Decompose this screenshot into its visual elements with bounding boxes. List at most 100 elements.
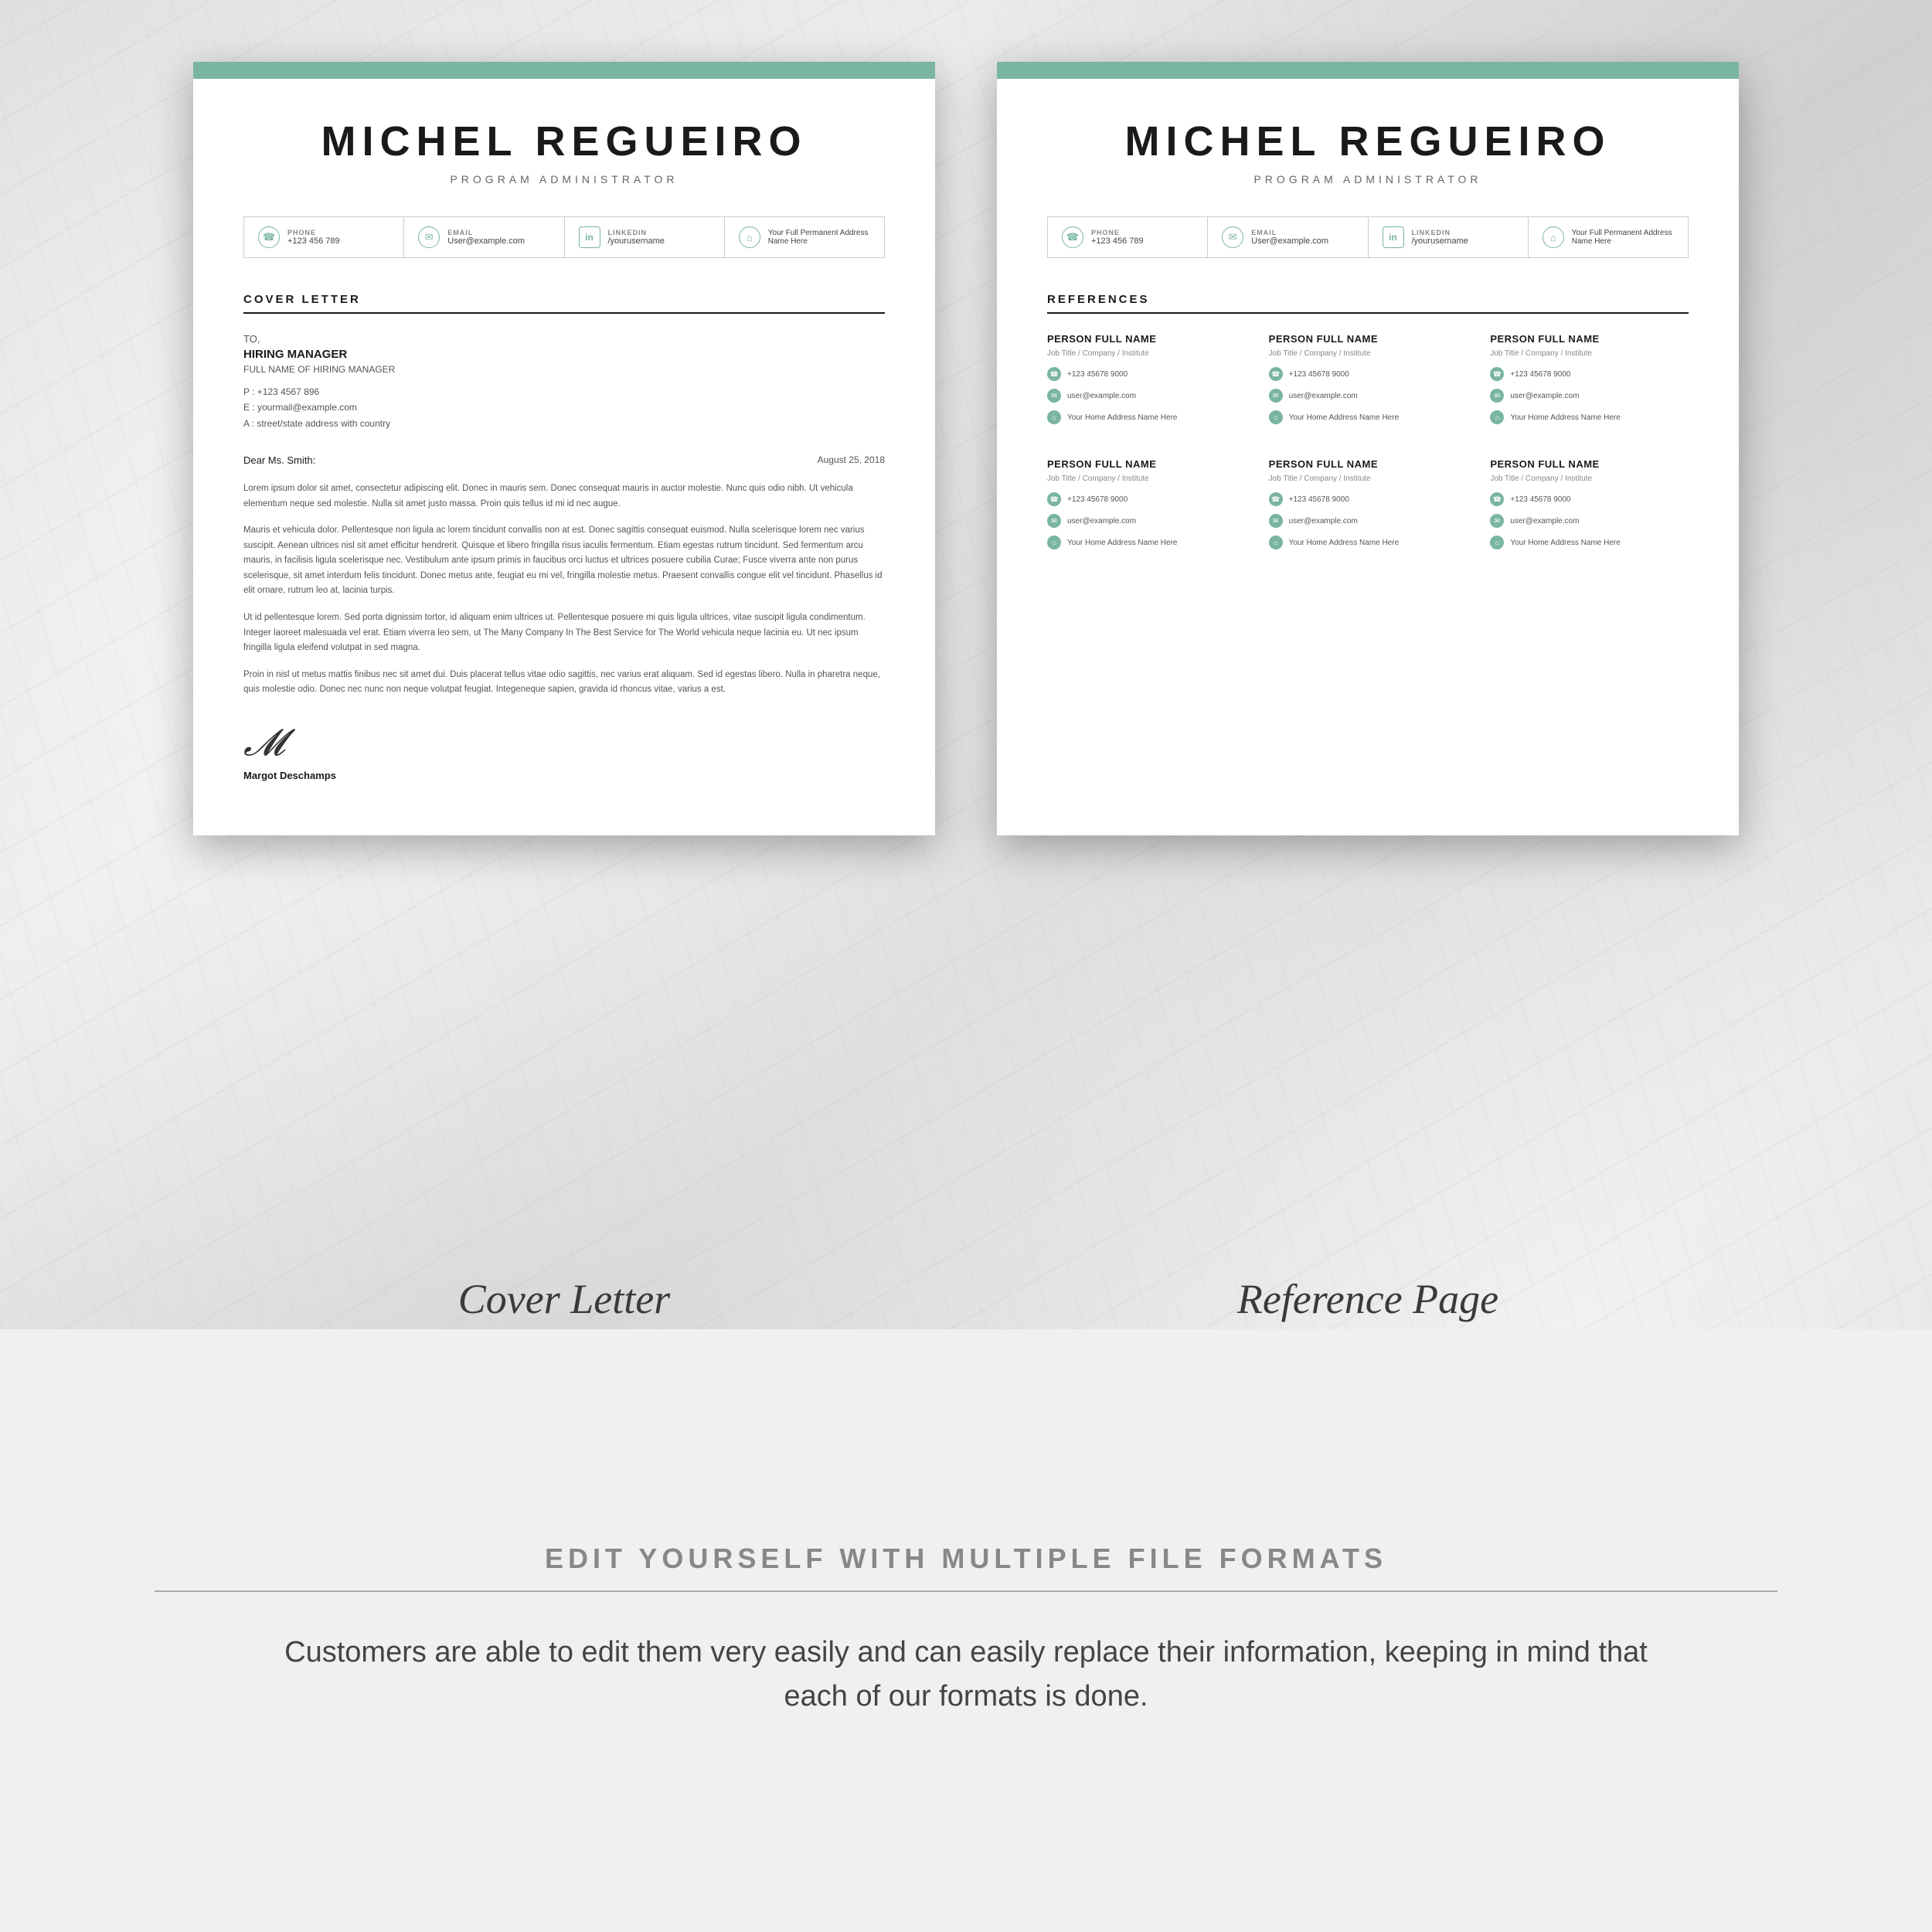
ref-email-text: EMAIL User@example.com — [1251, 229, 1328, 246]
cover-email-text: EMAIL User@example.com — [447, 229, 525, 246]
ref-email-label: EMAIL — [1251, 229, 1328, 236]
cover-body-1: Lorem ipsum dolor sit amet, consectetur … — [243, 481, 885, 512]
cover-to: TO, — [243, 333, 885, 345]
ref-p2-phone-icon: ☎ — [1269, 367, 1283, 381]
ref-p1-phone-row: ☎ +123 45678 9000 — [1047, 367, 1246, 381]
ref-p2-phone-row: ☎ +123 45678 9000 — [1269, 367, 1468, 381]
references-grid: PERSON FULL NAME Job Title / Company / I… — [1047, 333, 1689, 553]
ref-p1-addr: Your Home Address Name Here — [1067, 413, 1177, 422]
ref-p2-addr: Your Home Address Name Here — [1289, 413, 1399, 422]
cover-linkedin-label: LinkedIn — [608, 229, 665, 236]
ref-p5-addr-row: ⌂ Your Home Address Name Here — [1269, 536, 1468, 549]
ref-person-1-job: Job Title / Company / Institute — [1047, 349, 1246, 358]
cover-section-heading: COVER LETTER — [243, 293, 885, 314]
signature-name: Margot Deschamps — [243, 770, 885, 781]
ref-linkedin-icon: in — [1383, 226, 1404, 248]
ref-person-3-job: Job Title / Company / Institute — [1490, 349, 1689, 358]
ref-phone-icon: ☎ — [1062, 226, 1083, 248]
ref-phone-text: PHONE +123 456 789 — [1091, 229, 1144, 246]
cover-letter-card: MICHEL REGUEIRO PROGRAM ADMINISTRATOR ☎ … — [193, 62, 935, 835]
ref-p6-phone: +123 45678 9000 — [1510, 495, 1570, 504]
cover-body-2: Mauris et vehicula dolor. Pellentesque n… — [243, 523, 885, 599]
cover-detail-phone: P : +123 4567 896 — [243, 384, 885, 400]
cover-date: August 25, 2018 — [818, 454, 885, 466]
ref-p3-email-icon: ✉ — [1490, 389, 1504, 403]
cover-detail-address: A : street/state address with country — [243, 416, 885, 431]
cover-email-label: EMAIL — [447, 229, 525, 236]
ref-address-item: ⌂ Your Full Permanent Address Name Here — [1529, 217, 1688, 257]
ref-person-2: PERSON FULL NAME Job Title / Company / I… — [1269, 333, 1468, 427]
cover-address-item: ⌂ Your Full Permanent Address Name Here — [725, 217, 884, 257]
ref-p2-email-row: ✉ user@example.com — [1269, 389, 1468, 403]
ref-p4-addr: Your Home Address Name Here — [1067, 539, 1177, 547]
phone-icon: ☎ — [258, 226, 280, 248]
ref-p1-addr-icon: ⌂ — [1047, 410, 1061, 424]
ref-p2-phone: +123 45678 9000 — [1289, 370, 1349, 379]
ref-address-value: Your Full Permanent Address Name Here — [1572, 229, 1674, 246]
ref-p5-email-row: ✉ user@example.com — [1269, 514, 1468, 528]
ref-p4-email: user@example.com — [1067, 517, 1136, 526]
ref-p5-phone-row: ☎ +123 45678 9000 — [1269, 492, 1468, 506]
cover-letter-label-area: Cover Letter — [193, 1275, 935, 1323]
ref-person-3: PERSON FULL NAME Job Title / Company / I… — [1490, 333, 1689, 427]
ref-p1-email-row: ✉ user@example.com — [1047, 389, 1246, 403]
ref-p6-addr-row: ⌂ Your Home Address Name Here — [1490, 536, 1689, 549]
ref-p5-email: user@example.com — [1289, 517, 1358, 526]
ref-person-2-job: Job Title / Company / Institute — [1269, 349, 1468, 358]
ref-phone-item: ☎ PHONE +123 456 789 — [1048, 217, 1208, 257]
ref-p6-email-icon: ✉ — [1490, 514, 1504, 528]
ref-p6-phone-row: ☎ +123 45678 9000 — [1490, 492, 1689, 506]
ref-p2-addr-icon: ⌂ — [1269, 410, 1283, 424]
cover-letter-page-label: Cover Letter — [458, 1276, 670, 1322]
ref-email-value: User@example.com — [1251, 236, 1328, 246]
ref-p3-email: user@example.com — [1510, 392, 1579, 400]
cover-phone-item: ☎ PHONE +123 456 789 — [244, 217, 404, 257]
ref-email-item: ✉ EMAIL User@example.com — [1208, 217, 1368, 257]
ref-p6-email: user@example.com — [1510, 517, 1579, 526]
cover-body-4: Proin in nisl ut metus mattis finibus ne… — [243, 668, 885, 698]
cover-address-value: Your Full Permanent Address Name Here — [768, 229, 870, 246]
ref-person-5-job: Job Title / Company / Institute — [1269, 474, 1468, 483]
ref-p2-email: user@example.com — [1289, 392, 1358, 400]
ref-p6-addr: Your Home Address Name Here — [1510, 539, 1620, 547]
ref-p4-addr-row: ⌂ Your Home Address Name Here — [1047, 536, 1246, 549]
cover-detail-email: E : yourmail@example.com — [243, 400, 885, 415]
cover-hiring: HIRING MANAGER — [243, 348, 885, 361]
reference-green-bar — [997, 62, 1739, 79]
ref-p5-addr-icon: ⌂ — [1269, 536, 1283, 549]
cover-letter-content: MICHEL REGUEIRO PROGRAM ADMINISTRATOR ☎ … — [193, 79, 935, 835]
ref-linkedin-item: in LinkedIn /yourusername — [1369, 217, 1529, 257]
banner-title: EDIT YOURSELF WITH MULTIPLE FILE FORMATS — [155, 1543, 1777, 1592]
ref-phone-value: +123 456 789 — [1091, 236, 1144, 246]
reference-content: MICHEL REGUEIRO PROGRAM ADMINISTRATOR ☎ … — [997, 79, 1739, 607]
ref-p3-phone-row: ☎ +123 45678 9000 — [1490, 367, 1689, 381]
cover-body-3: Ut id pellentesque lorem. Sed porta dign… — [243, 611, 885, 656]
cover-date-row: Dear Ms. Smith: August 25, 2018 — [243, 454, 885, 466]
ref-p4-phone: +123 45678 9000 — [1067, 495, 1128, 504]
cover-full-name: FULL NAME OF HIRING MANAGER — [243, 364, 885, 375]
ref-person-3-name: PERSON FULL NAME — [1490, 333, 1689, 345]
reference-title: PROGRAM ADMINISTRATOR — [1047, 173, 1689, 185]
ref-p1-email-icon: ✉ — [1047, 389, 1061, 403]
ref-p1-phone-icon: ☎ — [1047, 367, 1061, 381]
ref-person-6-job: Job Title / Company / Institute — [1490, 474, 1689, 483]
email-icon: ✉ — [418, 226, 440, 248]
ref-linkedin-value: /yourusername — [1412, 236, 1468, 246]
ref-p4-phone-row: ☎ +123 45678 9000 — [1047, 492, 1246, 506]
cover-email-value: User@example.com — [447, 236, 525, 246]
ref-person-4: PERSON FULL NAME Job Title / Company / I… — [1047, 458, 1246, 553]
ref-p1-email: user@example.com — [1067, 392, 1136, 400]
cover-letter-contact-bar: ☎ PHONE +123 456 789 ✉ EMAIL User@exampl… — [243, 216, 885, 258]
linkedin-icon: in — [579, 226, 600, 248]
cover-letter-title: PROGRAM ADMINISTRATOR — [243, 173, 885, 185]
cover-phone-label: PHONE — [287, 229, 340, 236]
cover-linkedin-value: /yourusername — [608, 236, 665, 246]
ref-p3-phone: +123 45678 9000 — [1510, 370, 1570, 379]
ref-p4-phone-icon: ☎ — [1047, 492, 1061, 506]
ref-p3-addr: Your Home Address Name Here — [1510, 413, 1620, 422]
ref-p4-email-icon: ✉ — [1047, 514, 1061, 528]
cover-phone-text: PHONE +123 456 789 — [287, 229, 340, 246]
ref-person-2-name: PERSON FULL NAME — [1269, 333, 1468, 345]
ref-person-5: PERSON FULL NAME Job Title / Company / I… — [1269, 458, 1468, 553]
cover-email-item: ✉ EMAIL User@example.com — [404, 217, 564, 257]
